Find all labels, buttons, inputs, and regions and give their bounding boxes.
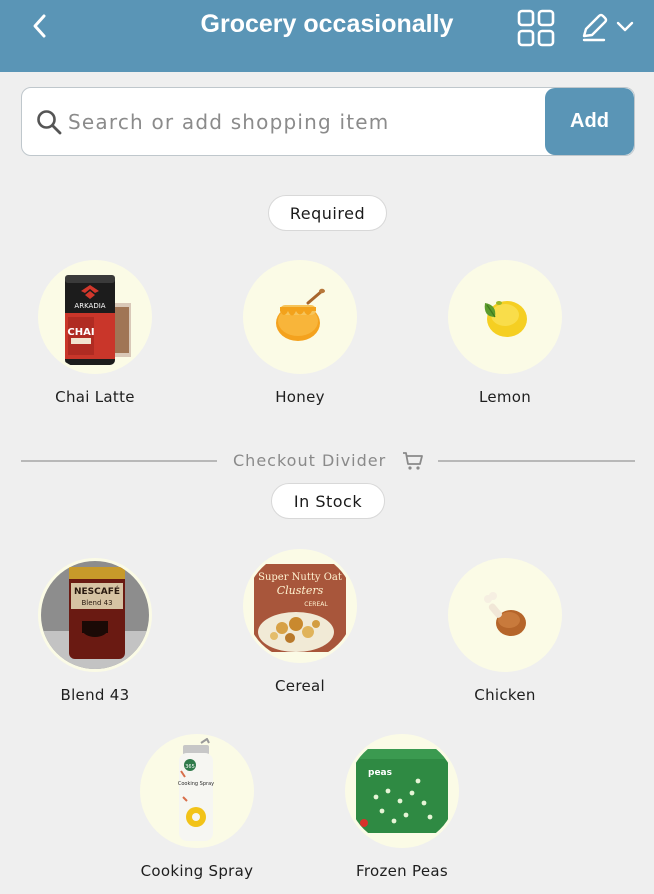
list-item-chai-latte[interactable]: ARKADIA CHAI Chai Latte [0,258,190,418]
list-item-blend-43[interactable]: NESCAFÉ Blend 43 Blend 43 [0,556,190,716]
svg-text:NESCAFÉ: NESCAFÉ [74,585,120,597]
lemon-icon [448,260,562,374]
chicken-leg-icon [448,558,562,672]
item-label-cereal: Cereal [275,677,325,695]
item-label-blend-43: Blend 43 [60,686,130,704]
checkout-divider-label: Checkout Divider [233,451,387,470]
page-title: Grocery occasionally [200,10,454,38]
honey-pot-icon [243,260,357,374]
grid-view-button[interactable] [517,9,555,47]
section-label-in-stock: In Stock [271,483,385,519]
list-item-chicken[interactable]: Chicken [410,556,600,716]
add-button[interactable]: Add [545,88,634,155]
item-label-chicken: Chicken [474,686,536,704]
svg-text:CHAI: CHAI [67,327,94,338]
list-item-honey[interactable]: Honey [205,258,395,418]
svg-text:365: 365 [185,764,195,770]
svg-text:CEREAL: CEREAL [304,601,328,608]
item-label-frozen-peas: Frozen Peas [356,862,448,880]
cart-icon [403,452,423,470]
svg-text:peas: peas [368,768,392,778]
list-item-cereal[interactable]: Super Nutty Oat Clusters CEREAL Cereal [205,547,395,707]
frozen-peas-image: peas [345,734,459,848]
list-item-cooking-spray[interactable]: 365 Cooking Spray Cooking Spray [102,732,292,892]
svg-text:Blend 43: Blend 43 [81,599,112,607]
grid-view-icon [517,9,555,47]
list-item-lemon[interactable]: Lemon [410,258,600,418]
pencil-edit-icon [582,13,608,42]
chai-latte-image: ARKADIA CHAI [38,260,152,374]
blend-43-image: NESCAFÉ Blend 43 [38,558,152,672]
svg-text:Cooking Spray: Cooking Spray [178,781,214,787]
item-label-cooking-spray: Cooking Spray [140,862,254,880]
search-input[interactable] [68,100,538,144]
item-label-honey: Honey [275,388,325,406]
search-icon [37,110,62,135]
divider-line-left [21,460,217,462]
svg-text:Super Nutty Oat: Super Nutty Oat [258,572,342,583]
svg-text:Clusters: Clusters [277,584,324,597]
cereal-image: Super Nutty Oat Clusters CEREAL [243,549,357,663]
svg-text:ARKADIA: ARKADIA [74,302,105,310]
divider-line-right [438,460,635,462]
edit-menu-button[interactable] [578,10,638,46]
top-bar: Grocery occasionally [0,0,654,72]
chevron-down-icon [616,21,634,32]
section-label-required: Required [268,195,387,231]
item-label-lemon: Lemon [478,388,532,406]
cooking-spray-image: 365 Cooking Spray [140,734,254,848]
list-item-frozen-peas[interactable]: peas Frozen Peas [307,732,497,892]
search-bar: Add [21,87,635,156]
item-label-chai-latte: Chai Latte [55,388,135,406]
